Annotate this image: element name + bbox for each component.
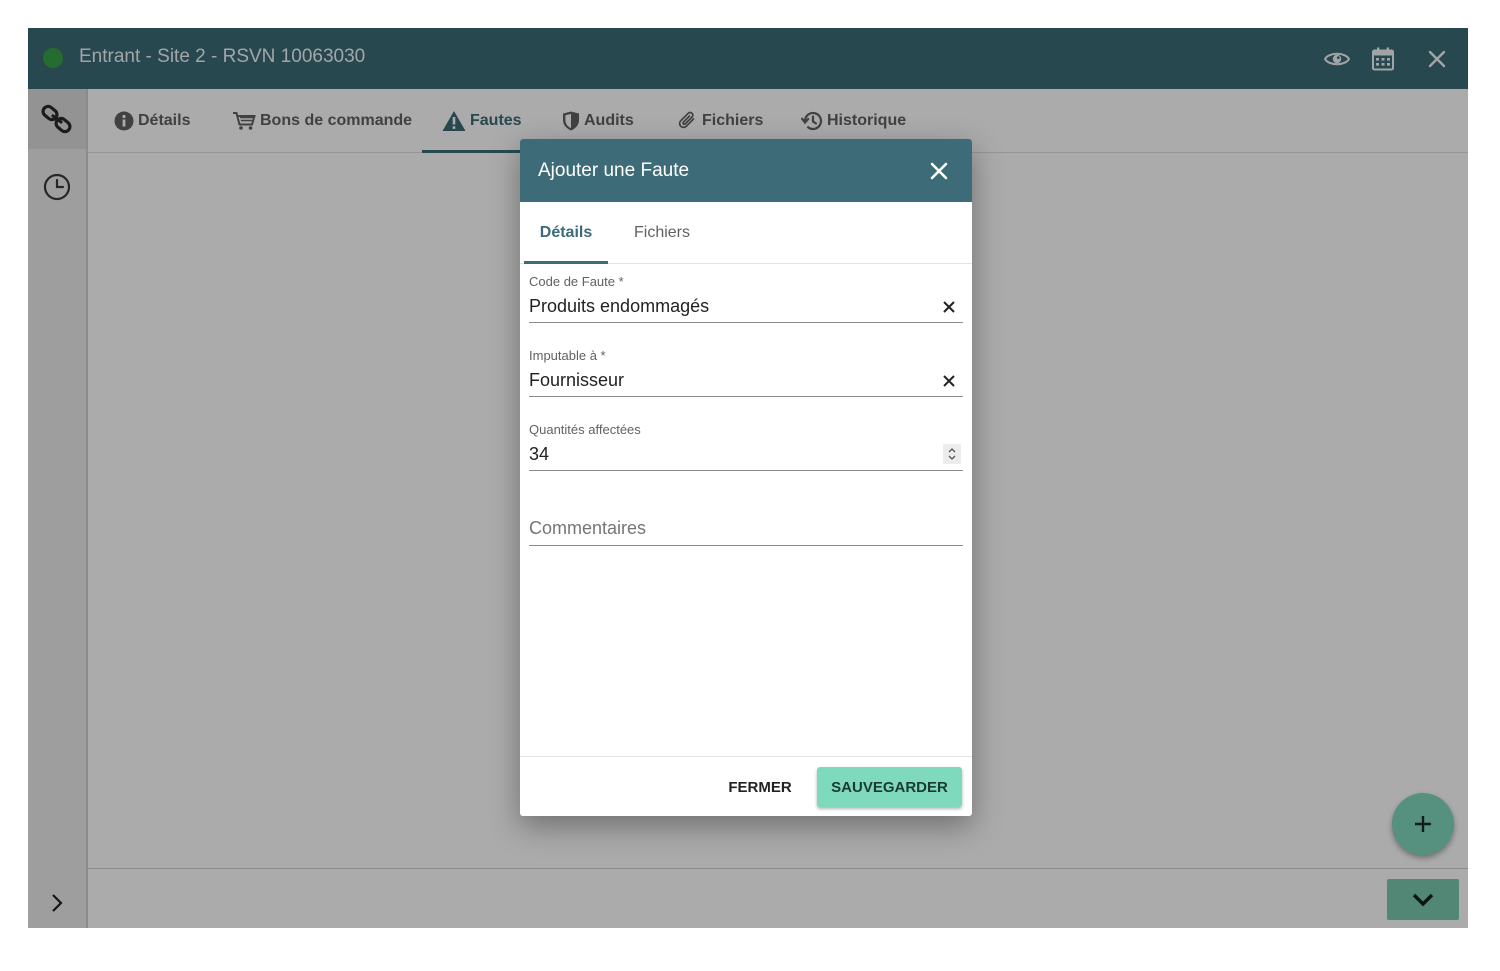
field-underline: [529, 322, 963, 323]
quantity-label: Quantités affectées: [529, 422, 641, 437]
dialog-header: Ajouter une Faute: [520, 139, 972, 202]
dialog-title: Ajouter une Faute: [538, 160, 690, 181]
dialog-tab-bar: Détails Fichiers: [520, 202, 972, 264]
comments-field: [529, 516, 963, 548]
comments-input[interactable]: [529, 516, 963, 540]
field-underline: [529, 545, 963, 546]
imputable-field: Imputable à *: [529, 348, 963, 398]
imputable-label: Imputable à *: [529, 348, 606, 363]
fault-code-input[interactable]: [529, 294, 929, 318]
fault-code-clear-button[interactable]: [939, 297, 959, 317]
dialog-active-tab-indicator: [524, 261, 608, 264]
dialog-tab-details[interactable]: Détails: [524, 202, 608, 264]
imputable-input[interactable]: [529, 368, 929, 392]
close-dialog-button[interactable]: FERMER: [718, 767, 802, 807]
clear-icon: [943, 301, 955, 313]
fault-code-field: Code de Faute *: [529, 274, 963, 324]
quantity-field: Quantités affectées: [529, 422, 963, 472]
close-icon: [930, 162, 948, 180]
quantity-input[interactable]: [529, 442, 929, 466]
dialog-footer: FERMER SAUVEGARDER: [520, 756, 972, 816]
clear-icon: [943, 375, 955, 387]
fault-code-label: Code de Faute *: [529, 274, 624, 289]
dialog-tab-files[interactable]: Fichiers: [618, 202, 706, 264]
dialog-close-button[interactable]: [924, 156, 954, 186]
stepper-arrows-icon: [948, 448, 956, 460]
save-button[interactable]: SAUVEGARDER: [817, 767, 962, 807]
field-underline: [529, 396, 963, 397]
imputable-clear-button[interactable]: [939, 371, 959, 391]
add-fault-dialog: Ajouter une Faute Détails Fichiers Code …: [520, 139, 972, 816]
field-underline: [529, 470, 963, 471]
quantity-stepper[interactable]: [943, 444, 961, 464]
